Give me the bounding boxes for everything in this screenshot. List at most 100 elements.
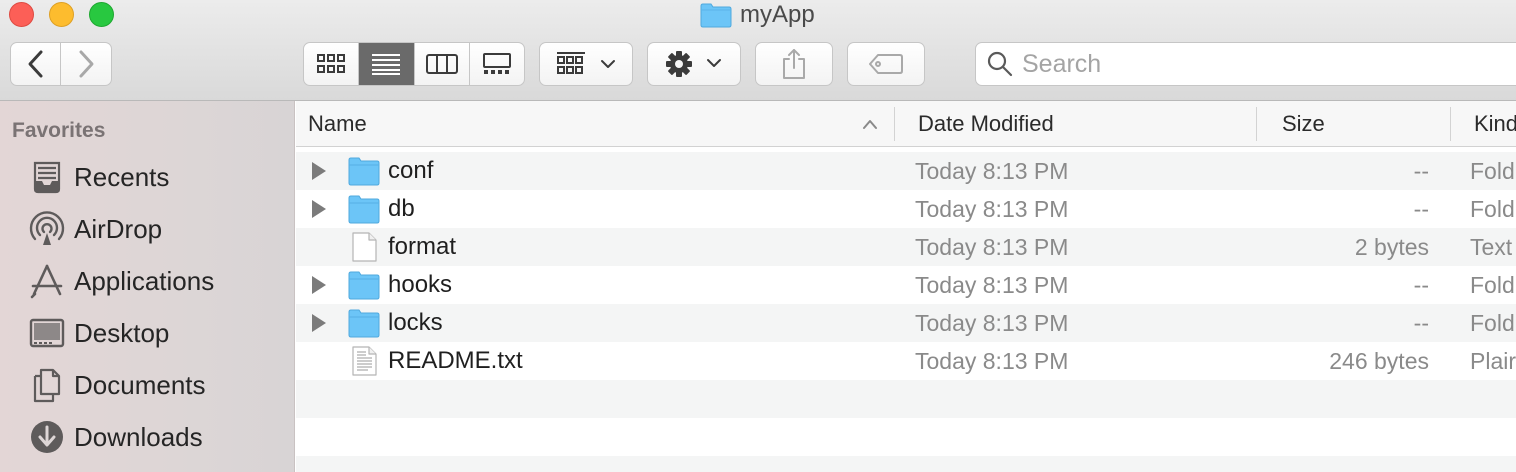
recents-icon — [28, 158, 66, 196]
icon-view-icon — [317, 54, 346, 73]
tags-button[interactable] — [847, 42, 925, 86]
back-button[interactable] — [10, 42, 61, 86]
column-header-kind[interactable]: Kind — [1474, 101, 1516, 147]
sidebar: Favorites Recents AirDrop Applications D… — [0, 101, 295, 472]
list-header: Name Date Modified Size Kind — [296, 101, 1516, 147]
search-icon — [987, 51, 1013, 77]
file-name: locks — [388, 309, 443, 336]
search-input[interactable] — [1022, 49, 1442, 79]
sidebar-item-label: Applications — [74, 265, 215, 296]
file-size: -- — [1413, 195, 1429, 222]
window-title-text: myApp — [740, 1, 815, 28]
group-by-button[interactable] — [539, 42, 633, 86]
share-icon — [783, 49, 805, 79]
zoom-window-button[interactable] — [89, 2, 114, 27]
sidebar-item-label: AirDrop — [74, 213, 163, 244]
file-kind: Fold — [1470, 157, 1515, 184]
gear-icon — [666, 51, 721, 77]
column-divider[interactable] — [1256, 107, 1257, 141]
sidebar-item-recents[interactable]: Recents — [28, 155, 288, 199]
downloads-icon — [28, 418, 66, 456]
disclosure-triangle-icon[interactable] — [312, 162, 326, 180]
folder-icon — [700, 3, 732, 28]
file-row-db[interactable]: db Today 8:13 PM -- Fold — [296, 190, 1516, 228]
empty-row — [296, 418, 1516, 456]
sidebar-item-label: Downloads — [74, 421, 203, 452]
file-row-conf[interactable]: conf Today 8:13 PM -- Fold — [296, 152, 1516, 190]
sort-ascending-icon — [863, 120, 877, 129]
column-header-date-modified[interactable]: Date Modified — [918, 101, 1054, 147]
file-row-readme[interactable]: README.txt Today 8:13 PM 246 bytes Plair — [296, 342, 1516, 380]
airdrop-icon — [28, 210, 66, 248]
folder-icon — [348, 157, 380, 186]
empty-row — [296, 456, 1516, 472]
minimize-window-button[interactable] — [49, 2, 74, 27]
file-name: format — [388, 233, 457, 260]
sidebar-item-desktop[interactable]: Desktop — [28, 311, 288, 355]
text-document-icon — [352, 346, 377, 376]
file-date-modified: Today 8:13 PM — [915, 233, 1069, 260]
sidebar-item-downloads[interactable]: Downloads — [28, 415, 288, 459]
folder-icon — [348, 195, 380, 224]
documents-icon — [28, 366, 66, 404]
disclosure-triangle-icon[interactable] — [312, 276, 326, 294]
file-date-modified: Today 8:13 PM — [915, 347, 1069, 374]
column-header-name[interactable]: Name — [308, 101, 367, 147]
column-view-icon — [425, 54, 458, 74]
empty-row — [296, 380, 1516, 418]
view-mode-selector — [303, 42, 525, 86]
sidebar-item-airdrop[interactable]: AirDrop — [28, 207, 288, 251]
column-view-button[interactable] — [415, 43, 470, 85]
list-view-button[interactable] — [359, 43, 415, 85]
file-date-modified: Today 8:13 PM — [915, 271, 1069, 298]
file-date-modified: Today 8:13 PM — [915, 195, 1069, 222]
file-name: conf — [388, 157, 434, 184]
search-field[interactable] — [975, 42, 1516, 86]
file-date-modified: Today 8:13 PM — [915, 157, 1069, 184]
file-list: Name Date Modified Size Kind conf Today … — [296, 101, 1516, 472]
disclosure-triangle-icon[interactable] — [312, 200, 326, 218]
file-size: -- — [1413, 309, 1429, 336]
close-window-button[interactable] — [9, 2, 34, 27]
sidebar-item-label: Recents — [74, 161, 170, 192]
gallery-view-icon — [482, 53, 511, 74]
sidebar-item-applications[interactable]: Applications — [28, 259, 288, 303]
tag-icon — [869, 54, 903, 74]
group-icon — [557, 52, 615, 74]
icon-view-button[interactable] — [304, 43, 360, 85]
file-kind: Fold — [1470, 195, 1515, 222]
sidebar-section-favorites: Favorites — [12, 119, 106, 142]
file-name: db — [388, 195, 415, 222]
action-button[interactable] — [647, 42, 741, 86]
sidebar-item-documents[interactable]: Documents — [28, 363, 288, 407]
applications-icon — [28, 262, 66, 300]
chevron-left-icon — [28, 50, 42, 78]
column-divider[interactable] — [894, 107, 895, 141]
sidebar-item-label: Desktop — [74, 317, 170, 348]
file-row-hooks[interactable]: hooks Today 8:13 PM -- Fold — [296, 266, 1516, 304]
disclosure-triangle-icon[interactable] — [312, 314, 326, 332]
file-size: -- — [1413, 271, 1429, 298]
folder-icon — [348, 309, 380, 338]
document-icon — [352, 232, 377, 262]
file-size: 2 bytes — [1354, 233, 1429, 260]
file-kind: Plair — [1470, 347, 1516, 374]
desktop-icon — [28, 314, 66, 352]
list-view-icon — [372, 54, 401, 75]
forward-button[interactable] — [61, 42, 112, 86]
file-row-locks[interactable]: locks Today 8:13 PM -- Fold — [296, 304, 1516, 342]
file-name: hooks — [388, 271, 453, 298]
file-date-modified: Today 8:13 PM — [915, 309, 1069, 336]
folder-icon — [348, 271, 380, 300]
file-size: -- — [1413, 157, 1429, 184]
file-kind: Text — [1470, 233, 1513, 260]
chevron-right-icon — [79, 50, 94, 78]
file-kind: Fold — [1470, 271, 1515, 298]
column-header-size[interactable]: Size — [1282, 101, 1325, 147]
file-row-format[interactable]: format Today 8:13 PM 2 bytes Text — [296, 228, 1516, 266]
column-divider[interactable] — [1450, 107, 1451, 141]
window-title: myApp — [700, 0, 815, 30]
share-button[interactable] — [755, 42, 833, 86]
gallery-view-button[interactable] — [470, 43, 524, 85]
file-size: 246 bytes — [1329, 347, 1429, 374]
